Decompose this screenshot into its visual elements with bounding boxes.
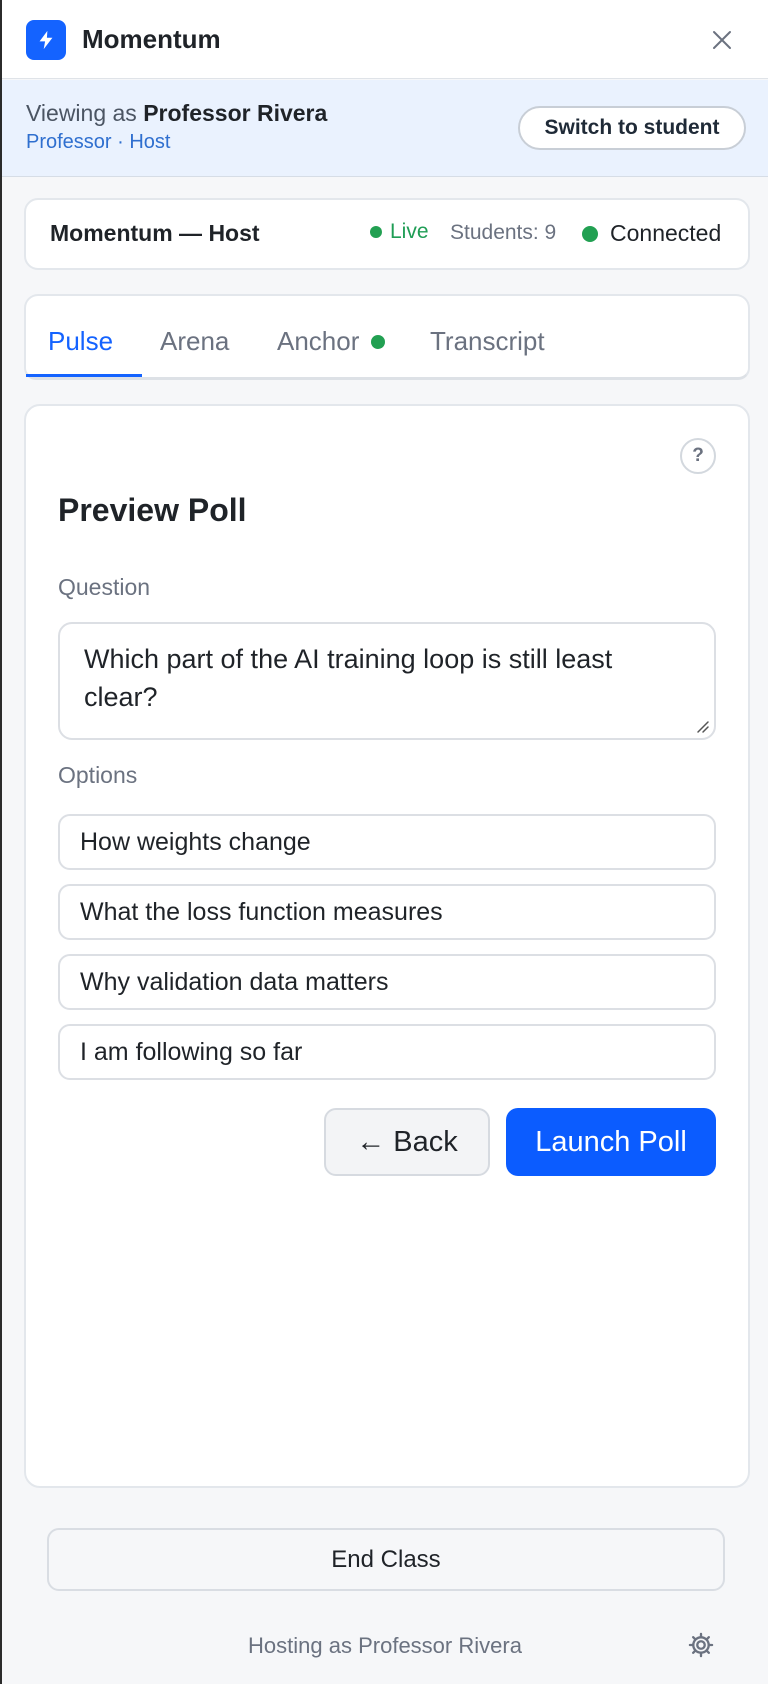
active-tab-underline xyxy=(26,374,142,377)
question-textarea[interactable]: Which part of the AI training loop is st… xyxy=(58,622,716,740)
back-button[interactable]: ← Back xyxy=(324,1108,490,1176)
tab-label: Transcript xyxy=(430,326,545,356)
session-title: Momentum — Host xyxy=(50,220,260,246)
tab-transcript[interactable]: Transcript xyxy=(430,326,545,357)
viewing-as-prefix: Viewing as xyxy=(26,100,137,126)
tab-anchor[interactable]: Anchor xyxy=(277,326,386,357)
viewing-as-banner: Viewing as Professor Rivera Professor · … xyxy=(2,80,768,177)
momentum-panel: Momentum Viewing as Professor Rivera Pro… xyxy=(2,0,768,1684)
tab-label: Arena xyxy=(160,326,230,356)
app-title: Momentum xyxy=(82,24,221,54)
help-button[interactable]: ? xyxy=(680,438,716,474)
option-input[interactable]: Why validation data matters xyxy=(58,954,716,1010)
tab-label: Pulse xyxy=(48,326,114,356)
live-label: Live xyxy=(390,220,429,243)
question-label: Question xyxy=(58,574,151,600)
resize-handle-icon[interactable] xyxy=(694,718,710,734)
connection-status: Connected xyxy=(582,220,721,247)
hosting-status-text: Hosting as Professor Rivera xyxy=(248,1633,522,1658)
switch-to-student-button[interactable]: Switch to student xyxy=(518,106,746,150)
end-class-button[interactable]: End Class xyxy=(47,1528,725,1591)
question-text: Which part of the AI training loop is st… xyxy=(84,644,613,712)
viewer-role: Professor · Host xyxy=(26,131,171,153)
poll-preview-card: ? Preview Poll Question Which part of th… xyxy=(24,404,750,1488)
students-count: Students: 9 xyxy=(450,221,557,244)
live-indicator: Live xyxy=(370,220,429,244)
option-input[interactable]: What the loss function measures xyxy=(58,884,716,940)
connection-label: Connected xyxy=(610,220,722,246)
tab-pulse[interactable]: Pulse xyxy=(48,326,113,357)
gear-icon[interactable] xyxy=(684,1628,718,1662)
tab-arena[interactable]: Arena xyxy=(160,326,229,357)
option-input[interactable]: I am following so far xyxy=(58,1024,716,1080)
poll-heading: Preview Poll xyxy=(58,492,247,528)
app-header: Momentum xyxy=(2,0,768,79)
tab-bar: Pulse Arena Anchor Transcript xyxy=(24,294,750,380)
session-status-card: Momentum — Host Live Students: 9 Connect… xyxy=(24,198,750,270)
lightning-icon xyxy=(26,20,66,60)
tab-label: Anchor xyxy=(277,326,360,356)
connected-dot-icon xyxy=(582,225,598,242)
live-dot-icon xyxy=(370,226,382,238)
viewing-as-line: Viewing as Professor Rivera xyxy=(26,98,327,128)
anchor-status-dot-icon xyxy=(371,334,386,349)
viewer-name: Professor Rivera xyxy=(143,100,328,126)
options-label: Options xyxy=(58,762,138,788)
option-input[interactable]: How weights change xyxy=(58,814,716,870)
close-icon[interactable] xyxy=(702,20,742,60)
launch-poll-button[interactable]: Launch Poll xyxy=(506,1108,716,1176)
